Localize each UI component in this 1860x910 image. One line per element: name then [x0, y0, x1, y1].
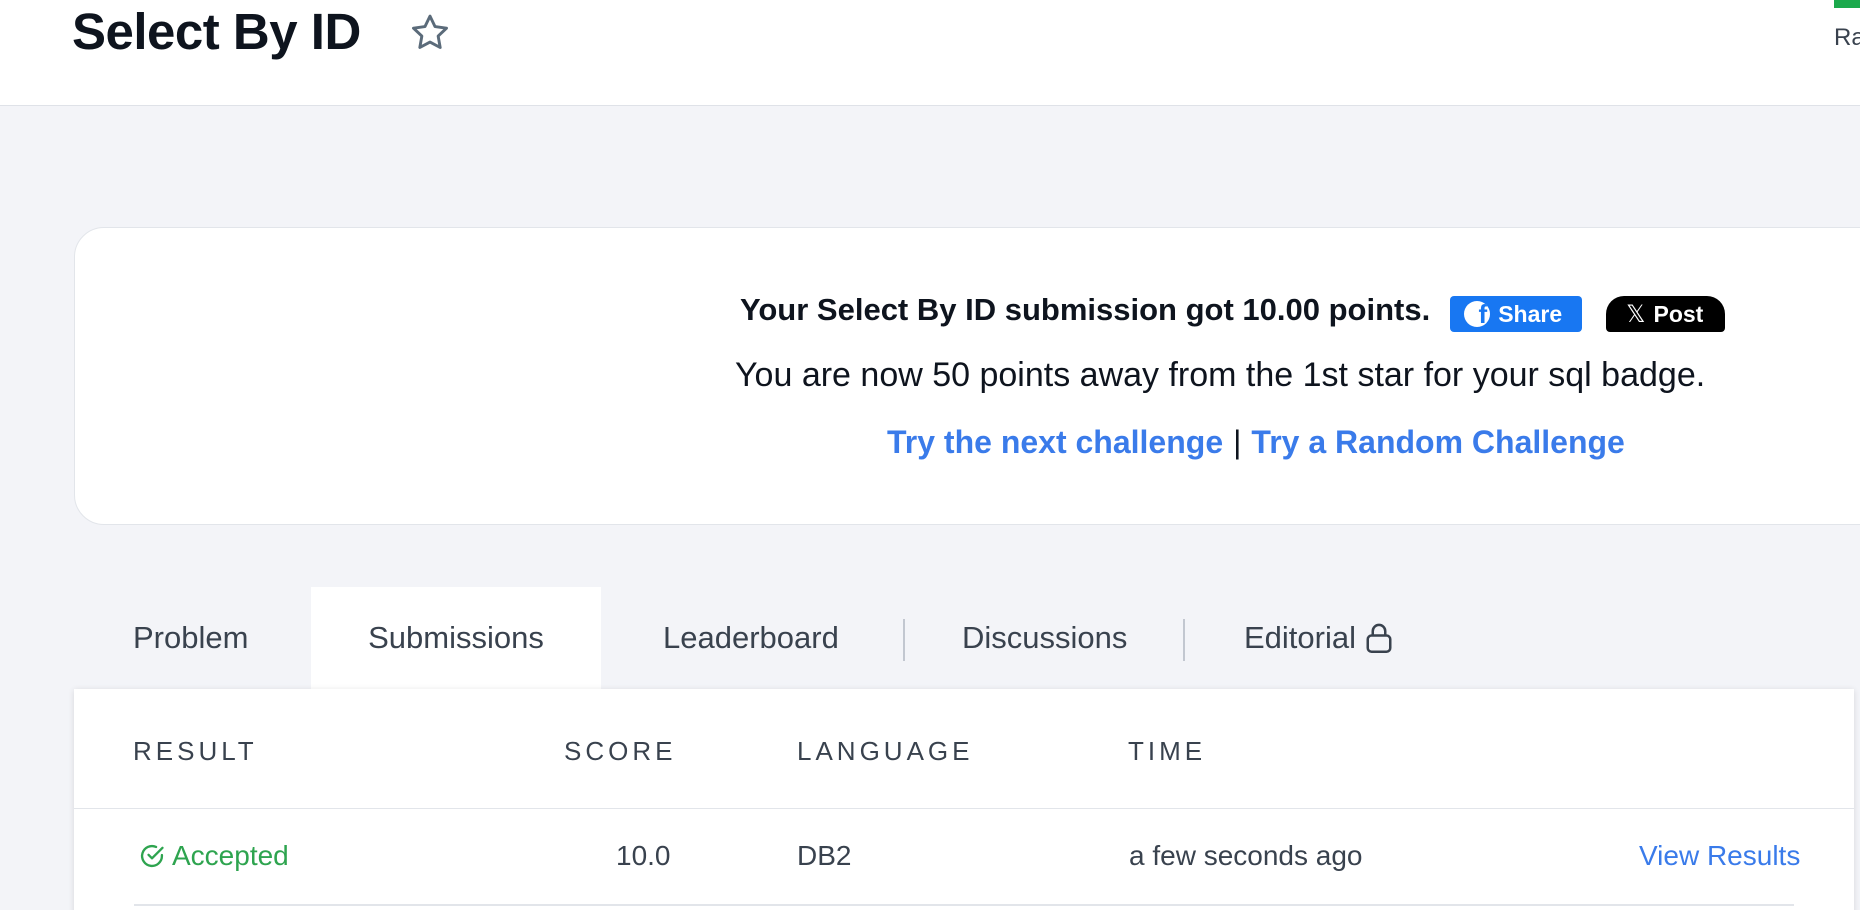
tab-label: Submissions	[368, 620, 544, 655]
badge-progress-text: You are now 50 points away from the 1st …	[735, 356, 1706, 394]
tab-label: Leaderboard	[663, 620, 839, 655]
tab-divider	[903, 619, 905, 661]
tab-leaderboard[interactable]: Leaderboard	[663, 587, 839, 689]
check-circle-icon	[140, 844, 164, 868]
column-header-time: TIME	[1128, 736, 1207, 766]
header-accent-bar	[1834, 0, 1860, 8]
next-challenge-link[interactable]: Try the next challenge	[887, 424, 1223, 460]
tab-divider	[1183, 619, 1185, 661]
challenge-tabs: Problem Submissions Leaderboard Discussi…	[74, 587, 1494, 689]
view-results-link[interactable]: View Results	[1639, 840, 1800, 872]
column-header-score: SCORE	[564, 736, 677, 766]
table-header-divider	[74, 808, 1854, 809]
x-post-button[interactable]: 𝕏 Post	[1606, 296, 1726, 332]
tab-discussions[interactable]: Discussions	[962, 587, 1127, 689]
result-message-line: Your Select By ID submission got 10.00 p…	[740, 290, 1726, 332]
facebook-share-button[interactable]: f Share	[1450, 296, 1583, 332]
result-status: Accepted	[138, 840, 289, 872]
star-icon	[412, 14, 448, 49]
tab-problem[interactable]: Problem	[133, 587, 248, 689]
tab-label: Discussions	[962, 620, 1128, 655]
tab-label: Problem	[133, 620, 249, 655]
tab-submissions[interactable]: Submissions	[311, 587, 601, 689]
challenge-links: Try the next challenge | Try a Random Chal…	[887, 424, 1625, 461]
result-message: Your Select By ID submission got 10.00 p…	[740, 292, 1431, 327]
table-row-divider	[134, 904, 1794, 906]
post-label: Post	[1653, 300, 1704, 327]
tab-label: Editorial	[1244, 620, 1356, 655]
link-separator: |	[1233, 424, 1242, 460]
page-header: Select By ID Ra	[0, 0, 1860, 106]
tab-editorial[interactable]: Editorial	[1244, 587, 1394, 689]
result-status-label: Accepted	[172, 840, 289, 871]
column-header-result: RESULT	[133, 736, 258, 766]
x-icon: 𝕏	[1626, 300, 1646, 328]
random-challenge-link[interactable]: Try a Random Challenge	[1251, 424, 1624, 460]
bookmark-star-button[interactable]	[408, 11, 452, 55]
share-label: Share	[1498, 300, 1563, 327]
header-right-text[interactable]: Ra	[1834, 24, 1860, 52]
facebook-icon: f	[1464, 301, 1491, 327]
page-title: Select By ID	[72, 3, 361, 60]
time-value: a few seconds ago	[1129, 840, 1363, 871]
language-value: DB2	[797, 840, 852, 871]
column-header-language: LANGUAGE	[797, 736, 974, 766]
submissions-table	[74, 689, 1854, 910]
score-value: 10.0	[616, 840, 671, 871]
lock-icon	[1366, 623, 1392, 653]
